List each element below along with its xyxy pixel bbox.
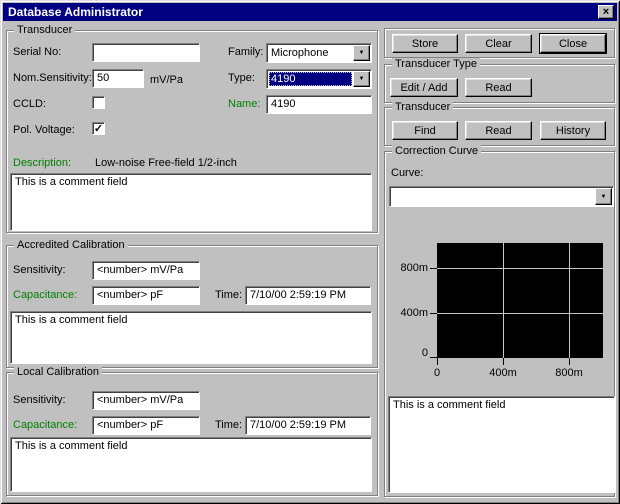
window-title: Database Administrator <box>8 5 143 19</box>
type-value: 4190 <box>269 72 352 86</box>
serial-no-field[interactable] <box>92 43 200 62</box>
type-combobox[interactable]: 4190 ▼ <box>266 69 372 89</box>
history-button[interactable]: History <box>540 121 606 140</box>
local-sensitivity-field[interactable]: <number> mV/Pa <box>92 391 200 410</box>
accredited-comment-field[interactable]: This is a comment field <box>10 311 372 364</box>
titlebar[interactable]: Database Administrator × <box>3 3 617 21</box>
chevron-down-icon[interactable]: ▼ <box>595 188 612 205</box>
local-capacitance-field[interactable]: <number> pF <box>92 416 200 435</box>
transducer-group-label: Transducer <box>14 24 75 37</box>
xtick-400m <box>503 358 504 365</box>
x-axis-label-0: 0 <box>415 367 459 379</box>
check-icon: ✓ <box>94 124 103 134</box>
local-sensitivity-label: Sensitivity: <box>13 394 66 407</box>
x-axis-label-800m: 800m <box>547 367 591 379</box>
ytick-400m <box>430 313 437 314</box>
family-label: Family: <box>228 46 263 59</box>
gridline-y-800m <box>437 268 603 269</box>
name-field[interactable]: 4190 <box>266 95 372 114</box>
family-value: Microphone <box>269 46 352 60</box>
accredited-capacitance-label: Capacitance: <box>13 289 77 302</box>
edit-add-button[interactable]: Edit / Add <box>390 78 458 97</box>
nom-sensitivity-label: Nom.Sensitivity: <box>13 72 92 85</box>
transducer-read-button[interactable]: Read <box>465 121 532 140</box>
correction-curve-chart <box>437 243 603 358</box>
curve-label: Curve: <box>391 167 423 180</box>
close-button[interactable]: Close <box>540 34 606 53</box>
ccld-checkbox[interactable] <box>92 96 105 109</box>
ytick-800m <box>430 268 437 269</box>
ccld-label: CCLD: <box>13 98 46 111</box>
gridline-x-400m <box>503 243 504 358</box>
transducer-actions-group-label: Transducer <box>392 101 453 114</box>
nom-sensitivity-unit: mV/Pa <box>150 74 183 87</box>
type-label: Type: <box>228 72 255 85</box>
accredited-time-label: Time: <box>215 289 242 302</box>
x-axis-label-400m: 400m <box>481 367 525 379</box>
close-icon[interactable]: × <box>598 5 614 19</box>
serial-no-label: Serial No: <box>13 46 61 59</box>
y-axis-label-400m: 400m <box>390 307 428 319</box>
name-label: Name: <box>228 98 260 111</box>
local-comment-field[interactable]: This is a comment field <box>10 437 372 492</box>
chevron-down-icon[interactable]: ▼ <box>353 45 370 61</box>
database-administrator-dialog: Database Administrator × Transducer Seri… <box>0 0 620 504</box>
correction-curve-group-label: Correction Curve <box>392 145 481 158</box>
chevron-down-icon[interactable]: ▼ <box>353 71 370 87</box>
accredited-calibration-group-label: Accredited Calibration <box>14 239 128 252</box>
description-label: Description: <box>13 157 71 170</box>
transducer-type-read-button[interactable]: Read <box>465 78 532 97</box>
clear-button[interactable]: Clear <box>465 34 532 53</box>
pol-voltage-checkbox[interactable]: ✓ <box>92 122 105 135</box>
pol-voltage-label: Pol. Voltage: <box>13 124 75 137</box>
xtick-800m <box>569 358 570 365</box>
transducer-comment-field[interactable]: This is a comment field <box>10 173 372 231</box>
ytick-0 <box>430 357 437 358</box>
curve-value <box>392 189 594 204</box>
y-axis-label-800m: 800m <box>390 262 428 274</box>
xtick-0 <box>437 358 438 365</box>
description-value: Low-noise Free-field 1/2-inch <box>95 157 237 170</box>
local-time-field[interactable]: 7/10/00 2:59:19 PM <box>245 416 371 435</box>
transducer-type-group-label: Transducer Type <box>392 58 480 71</box>
local-capacitance-label: Capacitance: <box>13 419 77 432</box>
accredited-capacitance-field[interactable]: <number> pF <box>92 286 200 305</box>
store-button[interactable]: Store <box>392 34 458 53</box>
gridline-y-400m <box>437 313 603 314</box>
accredited-sensitivity-field[interactable]: <number> mV/Pa <box>92 261 200 280</box>
y-axis-label-0: 0 <box>390 347 428 359</box>
nom-sensitivity-field[interactable]: 50 <box>92 69 144 88</box>
local-time-label: Time: <box>215 419 242 432</box>
find-button[interactable]: Find <box>392 121 458 140</box>
gridline-x-800m <box>569 243 570 358</box>
family-combobox[interactable]: Microphone ▼ <box>266 43 372 63</box>
accredited-time-field[interactable]: 7/10/00 2:59:19 PM <box>245 286 371 305</box>
accredited-sensitivity-label: Sensitivity: <box>13 264 66 277</box>
curve-combobox[interactable]: ▼ <box>389 186 614 207</box>
curve-comment-field[interactable]: This is a comment field <box>388 396 615 493</box>
local-calibration-group-label: Local Calibration <box>14 366 102 379</box>
